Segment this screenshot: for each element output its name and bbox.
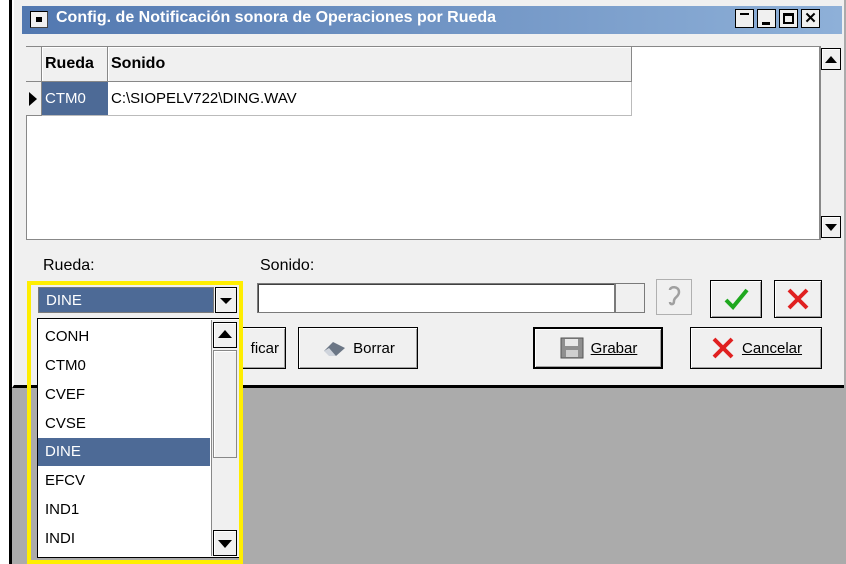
check-icon <box>724 288 749 310</box>
window-title: Config. de Notificación sonora de Operac… <box>56 9 497 26</box>
row-indicator[interactable] <box>26 82 42 116</box>
maximize-icon[interactable] <box>779 9 798 28</box>
discard-button[interactable] <box>774 280 822 318</box>
modificar-label: ficar <box>250 339 279 357</box>
browse-file-button[interactable] <box>615 283 645 313</box>
sonido-label: Sonido: <box>260 257 315 274</box>
minimize-icon[interactable] <box>757 9 776 28</box>
x-icon <box>787 288 809 310</box>
grid-scrollbar[interactable] <box>820 46 842 240</box>
grid-cell-sonido[interactable]: C:\SIOPELV722\DING.WAV <box>108 82 632 116</box>
rueda-label: Rueda: <box>43 257 95 274</box>
cancelar-button[interactable]: Cancelar <box>690 327 822 369</box>
cancelar-label: Cancelar <box>741 339 803 357</box>
current-row-arrow-icon <box>29 92 37 106</box>
column-header-rueda[interactable]: Rueda <box>42 47 108 82</box>
close-icon[interactable]: ✕ <box>801 9 820 28</box>
scroll-down-button[interactable] <box>821 216 841 238</box>
highlight-box <box>27 281 243 564</box>
grid-cell-rueda[interactable]: CTM0 <box>42 82 108 116</box>
play-sound-button[interactable] <box>656 279 692 315</box>
ear-icon <box>668 286 681 306</box>
grid-corner <box>26 47 42 82</box>
confirm-button[interactable] <box>710 280 762 318</box>
borrar-button[interactable]: Borrar <box>298 327 418 369</box>
scroll-up-button[interactable] <box>821 48 841 70</box>
floppy-disk-icon <box>560 337 584 359</box>
sonido-input[interactable] <box>257 283 615 313</box>
cancel-x-icon <box>712 337 734 359</box>
system-menu-icon[interactable] <box>30 11 48 28</box>
column-header-sonido[interactable]: Sonido <box>108 47 632 82</box>
restore-icon[interactable] <box>735 9 754 28</box>
grabar-button[interactable]: Grabar <box>533 327 663 369</box>
arrow-up-icon <box>825 56 837 63</box>
grabar-label: Grabar <box>590 339 638 357</box>
arrow-down-icon <box>825 224 837 231</box>
eraser-icon <box>324 342 346 356</box>
borrar-label: Borrar <box>353 339 395 357</box>
